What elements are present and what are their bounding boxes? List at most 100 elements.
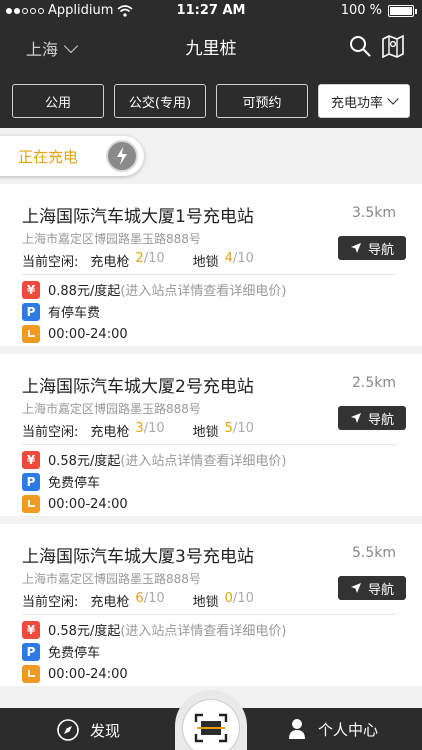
parking-row: P 免费停车 [22,642,100,661]
scan-button[interactable] [175,690,247,750]
navigate-button[interactable]: 导航 [338,576,406,600]
gun-free-count: 6 [135,591,144,606]
station-name: 上海国际汽车城大厦3号充电站 [22,547,254,567]
idle-label: 当前空闲: [22,425,79,440]
idle-label: 当前空闲: [22,595,79,610]
parking-text: 免费停车 [48,476,101,491]
lock-label: 地锁 [192,255,219,270]
station-distance: 3.5km [351,205,396,221]
navigate-label: 导航 [367,582,394,598]
yen-icon: ¥ [22,280,40,299]
user-icon [289,719,305,739]
station-name: 上海国际汽车城大厦1号充电站 [22,207,254,227]
gun-label: 充电枪 [90,595,130,610]
lock-total-count: 10 [237,251,254,266]
price-note: (进入站点详情查看详细电价) [120,624,287,639]
search-icon[interactable] [348,34,372,58]
chevron-down-icon [387,92,399,105]
lock-label: 地锁 [192,595,219,610]
station-card[interactable]: 上海国际汽车城大厦1号充电站 3.5km 上海市嘉定区博园路墨玉路888号 当前… [0,184,422,346]
charging-status-pill[interactable]: 正在充电 [0,136,144,176]
hours-row: 00:00-24:00 [22,665,128,683]
parking-icon: P [22,642,40,661]
divider [22,274,396,275]
station-address: 上海市嘉定区博园路墨玉路888号 [22,402,201,416]
yen-icon: ¥ [22,450,40,469]
parking-row: P 有停车费 [22,302,100,321]
clock-icon [22,665,40,683]
clock-icon [22,495,40,513]
navigation-arrow-icon [350,583,361,593]
price-row: ¥ 0.58元/度起(进入站点详情查看详细电价) [22,450,286,469]
price-note: (进入站点详情查看详细电价) [120,284,287,299]
navigation-arrow-icon [350,413,361,423]
navigate-button[interactable]: 导航 [338,406,406,430]
divider [22,614,396,615]
charging-bar: 正在充电 [0,128,422,184]
hours-row: 00:00-24:00 [22,325,128,343]
map-icon[interactable] [380,33,406,59]
price-text: 0.58元/度起 [48,454,121,469]
price-text: 0.88元/度起 [48,284,121,299]
filter-bus-button[interactable]: 公交(专用) [114,84,206,118]
gun-total-count: 10 [148,251,165,266]
station-list: 上海国际汽车城大厦1号充电站 3.5km 上海市嘉定区博园路墨玉路888号 当前… [0,184,422,694]
station-name: 上海国际汽车城大厦2号充电站 [22,377,254,397]
battery-percent: 100 % [340,3,382,18]
gun-total-count: 10 [148,591,165,606]
parking-icon: P [22,472,40,491]
lock-label: 地锁 [192,425,219,440]
hours-text: 00:00-24:00 [48,326,128,342]
price-row: ¥ 0.88元/度起(进入站点详情查看详细电价) [22,280,286,299]
gun-free-count: 3 [135,421,144,436]
battery-icon [388,4,417,17]
navigate-label: 导航 [367,412,394,428]
filter-power-dropdown[interactable]: 充电功率 [318,84,410,118]
gun-free-count: 2 [135,251,144,266]
tab-discover[interactable]: 发现 [56,718,120,742]
price-text: 0.58元/度起 [48,624,121,639]
filter-public-button[interactable]: 公用 [12,84,104,118]
top-bar: Applidium 11:27 AM 100 % 上海 九里桩 公用 公交(专用… [0,0,422,128]
station-distance: 2.5km [351,375,396,391]
compass-icon [57,719,79,741]
lightning-icon [106,140,138,172]
station-address: 上海市嘉定区博园路墨玉路888号 [22,572,201,586]
price-row: ¥ 0.58元/度起(进入站点详情查看详细电价) [22,620,286,639]
station-card[interactable]: 上海国际汽车城大厦3号充电站 5.5km 上海市嘉定区博园路墨玉路888号 当前… [0,524,422,686]
scan-inner [183,700,239,750]
filter-reservable-button[interactable]: 可预约 [216,84,308,118]
parking-text: 有停车费 [48,306,101,321]
navigate-button[interactable]: 导航 [338,236,406,260]
gun-label: 充电枪 [90,255,130,270]
idle-label: 当前空闲: [22,255,79,270]
gun-total-count: 10 [148,421,165,436]
hours-row: 00:00-24:00 [22,495,128,513]
station-card[interactable]: 上海国际汽车城大厦2号充电站 2.5km 上海市嘉定区博园路墨玉路888号 当前… [0,354,422,516]
parking-icon: P [22,302,40,321]
gun-label: 充电枪 [90,425,130,440]
yen-icon: ¥ [22,620,40,639]
battery-group: 100 % [340,3,417,18]
price-note: (进入站点详情查看详细电价) [120,454,287,469]
parking-text: 免费停车 [48,646,101,661]
scan-icon [194,713,228,743]
lock-total-count: 10 [237,591,254,606]
filter-power-label: 充电功率 [330,95,383,111]
availability-row: 当前空闲: 充电枪 2/10 地锁 4/10 [22,251,254,270]
nav-bar: 上海 九里桩 [0,22,422,70]
parking-row: P 免费停车 [22,472,100,491]
tab-profile-label: 个人中心 [318,720,379,739]
filter-bar: 公用 公交(专用) 可预约 充电功率 [12,84,410,118]
station-address: 上海市嘉定区博园路墨玉路888号 [22,232,201,246]
tab-discover-label: 发现 [90,721,121,740]
lock-total-count: 10 [237,421,254,436]
navigate-label: 导航 [367,242,394,258]
divider [22,444,396,445]
navigation-arrow-icon [350,243,361,253]
tab-profile[interactable]: 个人中心 [288,718,378,740]
charging-status-label: 正在充电 [18,147,79,166]
clock-icon [22,325,40,343]
lock-free-count: 5 [224,421,233,436]
lock-free-count: 4 [224,251,233,266]
